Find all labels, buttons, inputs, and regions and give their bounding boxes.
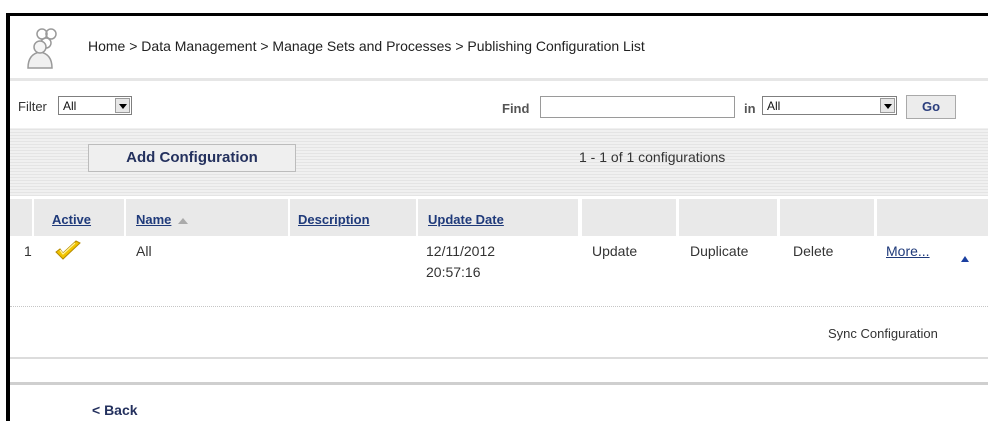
filter-label: Filter	[18, 99, 47, 114]
th-action-1	[582, 199, 676, 236]
row-divider	[10, 306, 988, 307]
row-name: All	[136, 243, 152, 259]
column-description[interactable]: Description	[298, 212, 370, 227]
back-link[interactable]: < Back	[92, 402, 138, 418]
go-button[interactable]: Go	[906, 95, 956, 119]
th-description: Description	[290, 199, 416, 236]
column-name[interactable]: Name	[136, 212, 189, 227]
sync-configuration-link[interactable]: Sync Configuration	[828, 326, 938, 341]
sort-up-icon	[178, 217, 189, 224]
th-action-3	[780, 199, 874, 236]
th-active: Active	[34, 199, 124, 236]
row-index: 1	[24, 243, 32, 259]
in-select-value: All	[767, 99, 781, 113]
filter-select-value: All	[63, 99, 77, 113]
check-icon	[55, 240, 81, 260]
divider	[10, 382, 988, 385]
th-name: Name	[126, 199, 288, 236]
column-active[interactable]: Active	[52, 212, 91, 227]
chevron-down-icon	[880, 98, 895, 113]
add-configuration-button[interactable]: Add Configuration	[88, 144, 296, 172]
th-action-2	[679, 199, 777, 236]
row-update-time: 20:57:16	[426, 264, 481, 280]
chevron-down-icon	[115, 98, 130, 113]
column-name-label: Name	[136, 212, 172, 227]
find-label: Find	[502, 101, 530, 116]
breadcrumb-bar: Home > Data Management > Manage Sets and…	[10, 16, 988, 78]
caret-up-icon[interactable]	[961, 256, 969, 262]
in-select[interactable]: All	[762, 96, 897, 115]
users-icon	[27, 28, 57, 69]
th-index	[10, 199, 32, 236]
column-update-date[interactable]: Update Date	[428, 212, 504, 227]
filter-bar: Filter All Find in All Go	[10, 81, 988, 127]
update-link[interactable]: Update	[592, 243, 637, 259]
delete-link[interactable]: Delete	[793, 243, 833, 259]
th-action-4	[877, 199, 988, 236]
duplicate-link[interactable]: Duplicate	[690, 243, 748, 259]
table-header: Active Name Description Update Date	[10, 199, 988, 236]
row-update-date: 12/11/2012	[426, 243, 496, 259]
divider	[10, 357, 988, 359]
in-label: in	[744, 101, 756, 116]
more-link[interactable]: More...	[886, 243, 930, 259]
th-update-date: Update Date	[418, 199, 578, 236]
filter-select[interactable]: All	[58, 96, 132, 115]
breadcrumb: Home > Data Management > Manage Sets and…	[88, 38, 645, 54]
pagination-count: 1 - 1 of 1 configurations	[579, 149, 726, 165]
find-input[interactable]	[540, 96, 735, 118]
page-frame: Home > Data Management > Manage Sets and…	[6, 13, 988, 421]
